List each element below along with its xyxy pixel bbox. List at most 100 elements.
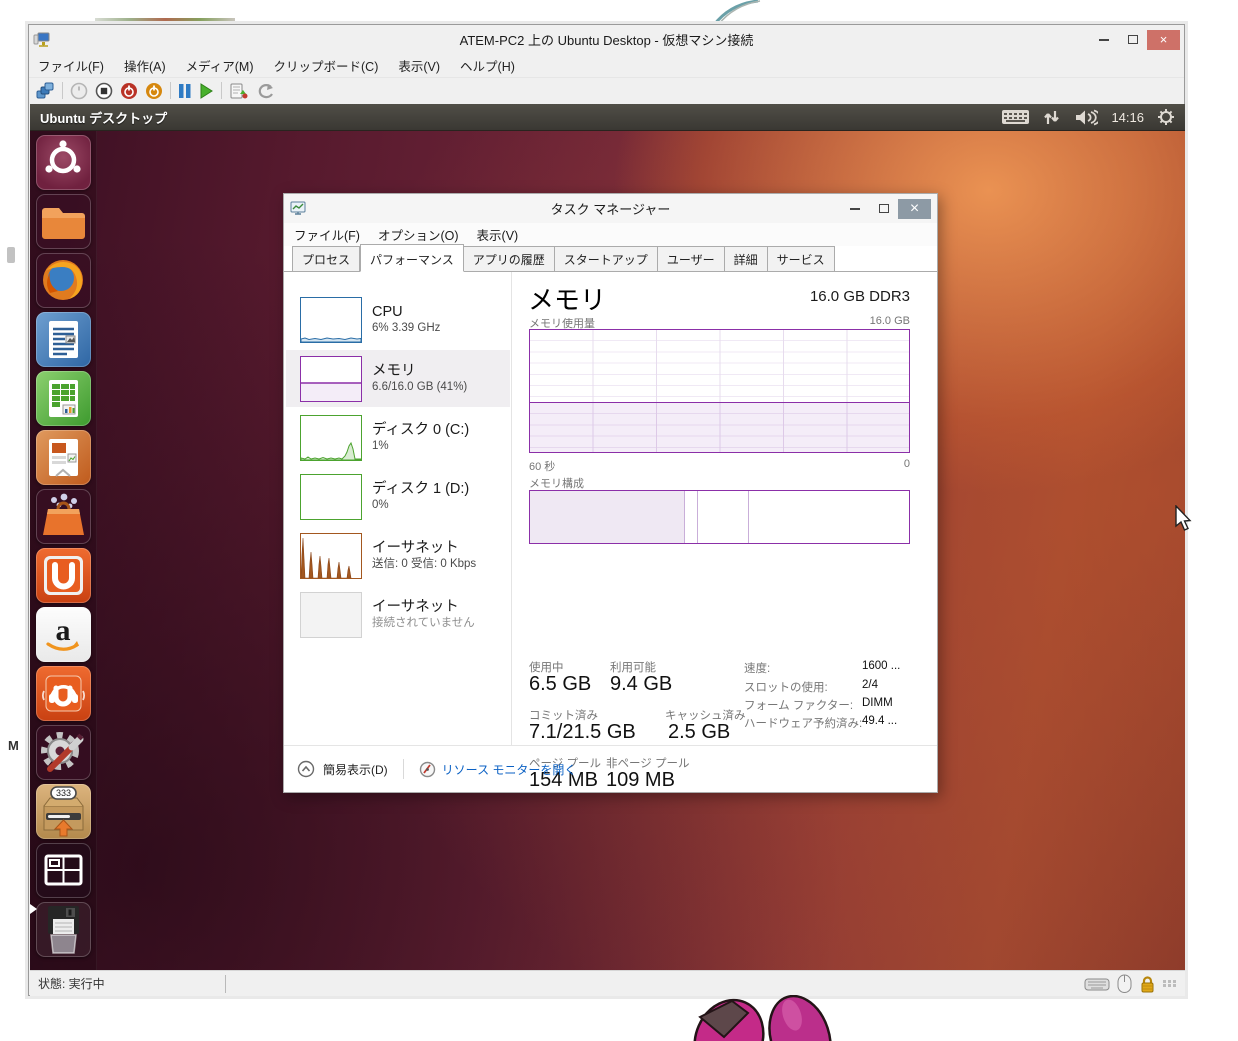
tab-processes[interactable]: プロセス — [292, 246, 361, 271]
mouse-cursor — [1175, 505, 1192, 531]
menu-file[interactable]: ファイル(F) — [294, 225, 360, 244]
close-button[interactable]: × — [1147, 29, 1180, 50]
turn-off-icon[interactable] — [95, 82, 113, 100]
open-resource-monitor-link[interactable]: リソース モニターを開く — [419, 761, 576, 778]
session-gear-icon[interactable] — [1157, 108, 1175, 126]
left-edge-artifact — [7, 247, 15, 263]
memory-title: メモリ — [528, 285, 607, 315]
statusbar-separator — [224, 974, 226, 993]
sidebar-item-disk0[interactable]: ディスク 0 (C:) 1% — [286, 409, 510, 466]
stat-cached-value: 2.5 GB — [668, 721, 731, 743]
launcher-item-ubuntu-one-music[interactable] — [35, 666, 91, 721]
detail-form-factor-value: DIMM — [862, 697, 893, 709]
launcher-item-libreoffice-calc[interactable] — [35, 371, 91, 426]
tab-startup[interactable]: スタートアップ — [554, 246, 658, 271]
left-edge-letter: M — [8, 738, 19, 753]
launcher-item-system-settings[interactable] — [35, 725, 91, 780]
menu-file[interactable]: ファイル(F) — [38, 56, 104, 75]
tab-details[interactable]: 詳細 — [724, 246, 768, 271]
vmconnect-titlebar[interactable]: ATEM-PC2 上の Ubuntu Desktop - 仮想マシン接続 × — [29, 25, 1184, 54]
launcher-item-files[interactable] — [35, 194, 91, 249]
launcher-item-dash[interactable] — [35, 135, 91, 190]
memory-mini-graph — [300, 355, 362, 402]
keyboard-indicator-icon[interactable] — [1001, 109, 1030, 125]
sidebar-item-ethernet2[interactable]: イーサネット 接続されていません — [286, 586, 510, 643]
menu-view[interactable]: 表示(V) — [398, 56, 440, 75]
toolbar-separator — [170, 82, 171, 99]
toolbar-separator — [62, 82, 63, 99]
task-manager-titlebar[interactable]: タスク マネージャー × — [284, 194, 937, 223]
menu-action[interactable]: 操作(A) — [124, 56, 166, 75]
launcher-item-software-center[interactable] — [35, 489, 91, 544]
disk1-mini-graph — [300, 473, 362, 520]
menu-clipboard[interactable]: クリップボード(C) — [274, 56, 379, 75]
collapse-icon — [297, 760, 315, 778]
launcher-item-workspace-switcher[interactable] — [35, 843, 91, 898]
shut-down-icon[interactable] — [120, 82, 138, 100]
checkpoint-icon[interactable] — [229, 82, 249, 100]
sidebar-item-disk1[interactable]: ディスク 1 (D:) 0% — [286, 468, 510, 525]
menu-media[interactable]: メディア(M) — [186, 56, 254, 75]
graph-time-end: 0 — [903, 458, 910, 470]
host-wallpaper-curve — [712, 0, 761, 26]
vmconnect-menubar: ファイル(F) 操作(A) メディア(M) クリップボード(C) 表示(V) ヘ… — [29, 54, 1184, 78]
launcher-item-amazon[interactable]: a — [35, 607, 91, 662]
maximize-button[interactable] — [869, 199, 898, 219]
launcher-item-ubuntu-one[interactable] — [35, 548, 91, 603]
volume-indicator-icon[interactable] — [1074, 109, 1099, 126]
window-title: ATEM-PC2 上の Ubuntu Desktop - 仮想マシン接続 — [459, 33, 754, 48]
composition-divider — [747, 491, 749, 543]
host-desktop: { "vm_window": { "title": "ATEM-PC2 上の U… — [0, 0, 1238, 1041]
launcher-running-indicator — [30, 904, 37, 914]
memory-composition-bar — [529, 490, 910, 544]
detail-form-factor-label: フォーム ファクター: — [744, 700, 854, 712]
reset-icon[interactable] — [145, 82, 163, 100]
launcher-item-firefox[interactable] — [35, 253, 91, 308]
graph-time-span: 60 秒 — [529, 461, 556, 473]
detail-speed-label: 速度: — [744, 663, 771, 675]
simple-view-toggle[interactable]: 簡易表示(D) — [297, 760, 388, 778]
minimize-button[interactable] — [840, 199, 869, 219]
ethernet-mini-graph — [300, 532, 362, 579]
sidebar-item-cpu[interactable]: CPU 6% 3.39 GHz — [286, 291, 510, 348]
memory-composition-label: メモリ構成 — [529, 478, 584, 490]
composition-divider — [696, 491, 698, 543]
detail-speed-value: 1600 ... — [862, 660, 901, 672]
ubuntu-panel-title: Ubuntu デスクトップ — [40, 110, 168, 126]
clock[interactable]: 14:16 — [1111, 110, 1144, 125]
ubuntu-top-panel: Ubuntu デスクトップ 14:16 — [30, 104, 1185, 131]
tab-app-history[interactable]: アプリの履歴 — [463, 246, 555, 271]
memory-panel: メモリ 16.0 GB DDR3 メモリ使用量 16.0 GB 60 秒 0 メ… — [513, 272, 937, 791]
resize-grip[interactable] — [1163, 980, 1177, 987]
tab-users[interactable]: ユーザー — [657, 246, 725, 271]
host-wallpaper-pink-shapes — [693, 995, 832, 1041]
vmconnect-toolbar — [29, 78, 1184, 103]
launcher-item-libreoffice-impress[interactable] — [35, 430, 91, 485]
memory-usage-fill — [530, 401, 909, 452]
tab-performance[interactable]: パフォーマンス — [360, 244, 464, 272]
menu-help[interactable]: ヘルプ(H) — [460, 56, 515, 75]
maximize-button[interactable] — [1118, 30, 1147, 50]
revert-icon[interactable] — [256, 82, 275, 100]
tab-services[interactable]: サービス — [767, 246, 835, 271]
menu-view[interactable]: 表示(V) — [477, 225, 519, 244]
ethernet2-mini-graph — [300, 591, 362, 638]
power-disabled-icon[interactable] — [70, 82, 88, 100]
sidebar-item-ethernet1[interactable]: イーサネット 送信: 0 受信: 0 Kbps — [286, 527, 510, 584]
stat-in-use-value: 6.5 GB — [529, 673, 592, 695]
memory-capacity: 16.0 GB DDR3 — [809, 288, 910, 305]
launcher-item-libreoffice-writer[interactable] — [35, 312, 91, 367]
launcher-item-software-updater[interactable]: 333 — [35, 784, 91, 839]
keyboard-capture-icon — [1084, 978, 1110, 990]
network-indicator-icon[interactable] — [1043, 109, 1061, 126]
sidebar-item-memory[interactable]: メモリ 6.6/16.0 GB (41%) — [286, 350, 510, 407]
launcher-item-trash[interactable] — [35, 902, 91, 957]
close-button[interactable]: × — [898, 198, 931, 219]
resume-icon[interactable] — [199, 82, 214, 100]
ctrl-alt-del-icon[interactable] — [36, 82, 55, 100]
resource-monitor-icon — [419, 761, 435, 777]
minimize-button[interactable] — [1089, 30, 1118, 50]
menu-options[interactable]: オプション(O) — [378, 225, 459, 244]
pause-icon[interactable] — [178, 82, 192, 100]
updater-badge: 333 — [55, 788, 70, 798]
